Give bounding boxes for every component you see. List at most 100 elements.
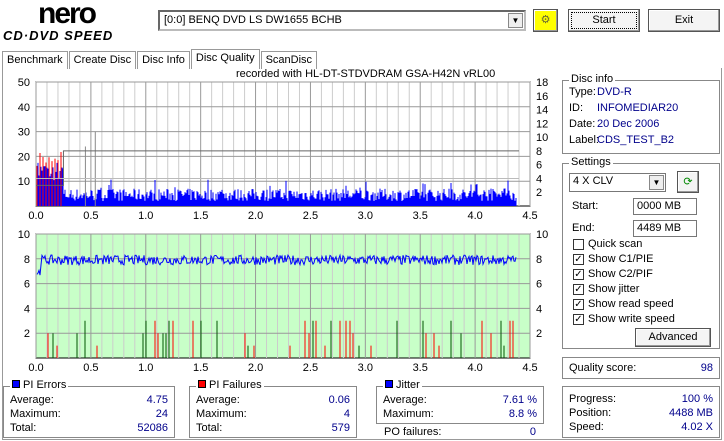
show-c2-pif-checkbox[interactable]: ✓ Show C2/PIF	[573, 268, 653, 280]
stat-label: Maximum:	[10, 408, 61, 420]
quick-scan-checkbox[interactable]: Quick scan	[573, 238, 642, 250]
end-label: End:	[572, 222, 595, 234]
y-tick-right: 10	[536, 229, 548, 241]
check-icon[interactable]: ✓	[573, 253, 584, 265]
tab-scandisc[interactable]: ScanDisc	[260, 51, 318, 69]
jitter-group: Jitter Average: 7.61 % Maximum: 8.8 %	[376, 379, 544, 424]
date-value: 20 Dec 2006	[597, 118, 660, 130]
speed-value: 4.02 X	[681, 421, 713, 433]
tab-bar: Benchmark Create Disc Disc Info Disc Qua…	[2, 49, 318, 69]
y-tick-left: 8	[24, 254, 30, 266]
plot-area	[35, 81, 531, 207]
checkbox-label: Show write speed	[588, 313, 675, 325]
jitter-title: Jitter	[396, 379, 420, 391]
check-icon[interactable]: ✓	[573, 268, 584, 280]
checkbox-label: Quick scan	[588, 238, 643, 250]
quality-score-value: 98	[700, 362, 713, 374]
drive-select[interactable]: [0:0] BENQ DVD LS DW1655 BCHB ▼	[158, 10, 526, 31]
exit-button[interactable]: Exit	[648, 9, 720, 32]
pi-errors-group: PI Errors Average: 4.75 Maximum: 24 Total:…	[3, 379, 175, 438]
x-tick: 0.0	[28, 362, 43, 373]
disc-info-title: Disc info	[569, 73, 616, 85]
show-read-speed-checkbox[interactable]: ✓ Show read speed	[573, 298, 674, 310]
y-tick-left: 10	[18, 176, 30, 188]
tab-benchmark[interactable]: Benchmark	[2, 51, 68, 69]
quality-score-label: Quality score:	[569, 362, 637, 374]
show-c1-pie-checkbox[interactable]: ✓ Show C1/PIE	[573, 253, 653, 265]
y-tick-right: 12	[536, 118, 548, 130]
chevron-down-icon[interactable]: ▼	[649, 175, 664, 190]
show-write-speed-checkbox[interactable]: ✓ Show write speed	[573, 313, 675, 325]
progress-value: 100 %	[681, 393, 713, 405]
po-failures-value: 0	[529, 426, 536, 438]
y-tick-right: 16	[536, 91, 548, 103]
y-tick-right: 6	[536, 160, 542, 172]
chevron-down-icon[interactable]: ▼	[508, 13, 523, 28]
y-tick-left: 4	[24, 303, 30, 315]
pi-failures-legend-icon	[198, 380, 206, 388]
checkbox-label: Show read speed	[588, 298, 674, 310]
stat-label: Progress:	[569, 393, 617, 405]
tab-disc-info[interactable]: Disc Info	[137, 51, 190, 69]
pi-failures-total: 579	[331, 422, 350, 434]
x-tick: 3.0	[358, 210, 373, 221]
end-input[interactable]: 4489 MB	[633, 220, 697, 237]
x-tick: 3.0	[358, 362, 373, 373]
pi-errors-legend-icon	[12, 380, 20, 388]
settings-group: Settings 4 X CLV ▼ ⟳ Start: 0000 MB End: …	[562, 156, 720, 349]
speed-select[interactable]: 4 X CLV ▼	[569, 173, 666, 192]
x-tick: 1.0	[138, 210, 153, 221]
pie-chart: 10 20 30 40 50 2 46 8 10 1214 16 18 0.0 0.5 1.0 1.5 2.0 2…	[18, 77, 549, 221]
x-tick: 2.5	[303, 362, 318, 373]
start-button[interactable]: Start	[568, 9, 640, 32]
refresh-icon[interactable]: ⟳	[677, 171, 699, 193]
x-tick: 4.0	[467, 210, 482, 221]
y-tick-right: 2	[536, 328, 542, 340]
check-icon[interactable]: ✓	[573, 313, 584, 325]
stat-label: Average:	[10, 394, 54, 406]
po-failures-label: PO failures:	[384, 426, 442, 438]
y-tick-right: 14	[536, 105, 548, 117]
y-tick-right: 18	[536, 77, 548, 89]
x-tick: 1.0	[138, 362, 153, 373]
y-tick-right: 6	[536, 279, 542, 291]
checkbox-box[interactable]	[573, 238, 584, 250]
y-tick-left: 30	[18, 127, 30, 139]
x-tick: 0.5	[83, 362, 98, 373]
x-tick: 0.0	[28, 210, 43, 221]
x-tick: 3.5	[413, 362, 428, 373]
type-label: Type:	[569, 86, 596, 98]
x-tick: 3.5	[413, 210, 428, 221]
stat-label: Position:	[569, 407, 612, 419]
pi-failures-group: PI Failures Average: 0.06 Maximum: 4 Total…	[189, 379, 357, 438]
x-tick: 1.5	[193, 362, 208, 373]
pi-failures-average: 0.06	[328, 394, 350, 406]
x-tick: 0.5	[83, 210, 98, 221]
start-input[interactable]: 0000 MB	[633, 198, 697, 215]
x-tick: 1.5	[193, 210, 208, 221]
advanced-button[interactable]: Advanced	[635, 328, 711, 347]
y-tick-left: 10	[18, 229, 30, 241]
tab-disc-quality[interactable]: Disc Quality	[190, 49, 260, 69]
x-tick: 2.0	[248, 210, 263, 221]
y-tick-right: 8	[536, 146, 542, 158]
checkbox-label: Show jitter	[588, 283, 640, 295]
id-label: ID:	[569, 102, 584, 114]
start-label: Start:	[572, 200, 599, 212]
show-jitter-checkbox[interactable]: ✓ Show jitter	[573, 283, 639, 295]
pi-errors-maximum: 24	[155, 408, 168, 420]
check-icon[interactable]: ✓	[573, 298, 584, 310]
eject-icon[interactable]: ⚙	[533, 9, 558, 32]
type-value: DVD-R	[597, 86, 632, 98]
settings-title: Settings	[569, 156, 613, 168]
jitter-legend-icon	[385, 380, 393, 388]
pif-jitter-chart: 2 4 6 8 10 2 4 6 8 10 0.0 0.5 1.0 1.5 2.0 2.5 3.0 3.5 4.0 4…	[18, 229, 549, 373]
x-tick: 2.5	[303, 210, 318, 221]
stat-label: Average:	[383, 394, 427, 406]
jitter-maximum: 8.8 %	[508, 408, 537, 420]
stat-label: Total:	[196, 422, 223, 434]
tab-create-disc[interactable]: Create Disc	[68, 51, 137, 69]
x-tick: 4.0	[467, 362, 482, 373]
check-icon[interactable]: ✓	[573, 283, 584, 295]
nero-logo: nero	[38, 0, 97, 30]
